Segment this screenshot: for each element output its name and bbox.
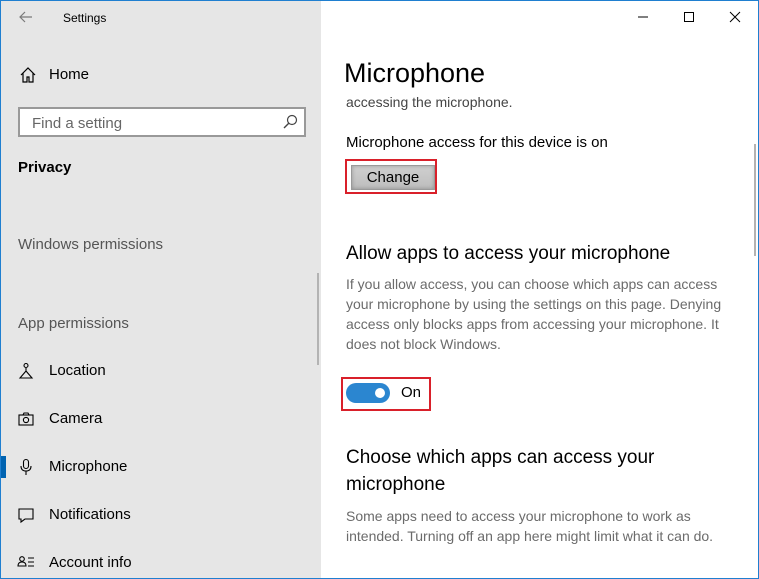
minimize-icon <box>638 16 648 18</box>
allow-apps-toggle[interactable] <box>346 383 390 403</box>
allow-apps-description: If you allow access, you can choose whic… <box>346 276 722 352</box>
location-icon <box>18 362 34 379</box>
toggle-state-label: On <box>401 384 422 401</box>
group-label-app-permissions: App permissions <box>18 315 129 332</box>
sidebar-item-label: Account info <box>49 554 132 571</box>
sidebar-item-account-info[interactable]: Account info <box>1 546 321 578</box>
group-label-windows-permissions: Windows permissions <box>18 236 164 253</box>
choose-apps-heading-line1: Choose which apps can access your <box>346 447 655 468</box>
maximize-icon <box>684 12 694 22</box>
content-scrollbar[interactable] <box>754 144 756 256</box>
minimize-button[interactable] <box>620 1 666 33</box>
camera-icon <box>18 412 34 426</box>
app-title: Settings <box>63 11 107 25</box>
main-content: Microphone accessing the microphone. Mic… <box>322 1 758 578</box>
microphone-icon <box>20 458 32 475</box>
maximize-button[interactable] <box>666 1 712 33</box>
search-input[interactable] <box>30 113 274 133</box>
sidebar-item-home-label: Home <box>49 66 90 83</box>
section-title-privacy: Privacy <box>18 159 72 176</box>
sidebar-item-label: Notifications <box>49 506 131 523</box>
back-button[interactable] <box>15 6 37 28</box>
sidebar-item-home[interactable]: Home <box>1 61 321 89</box>
search-icon[interactable] <box>282 114 298 130</box>
allow-apps-heading: Allow apps to access your microphone <box>346 243 671 264</box>
selection-indicator <box>1 456 6 478</box>
home-icon <box>20 67 36 83</box>
sidebar-item-notifications[interactable]: Notifications <box>1 498 321 532</box>
choose-apps-description: Some apps need to access your microphone… <box>346 508 714 544</box>
sidebar: Settings Home Privacy Windows permission… <box>1 1 321 578</box>
page-title: Microphone <box>344 58 486 88</box>
choose-apps-heading-line2: microphone <box>346 474 446 495</box>
toggle-knob <box>375 388 385 398</box>
change-button[interactable]: Change <box>351 165 435 190</box>
change-highlight-box: Change <box>345 159 437 194</box>
sidebar-item-location[interactable]: Location <box>1 354 321 388</box>
notifications-icon <box>18 508 34 524</box>
sidebar-item-label: Microphone <box>49 458 128 475</box>
toggle-highlight-box: On <box>341 377 431 411</box>
back-arrow-icon <box>19 11 32 23</box>
sidebar-item-label: Location <box>49 362 106 379</box>
sidebar-item-camera[interactable]: Camera <box>1 402 321 436</box>
search-box[interactable] <box>18 107 306 137</box>
settings-window: Settings Home Privacy Windows permission… <box>0 0 759 579</box>
close-icon <box>729 11 741 23</box>
sidebar-scrollbar[interactable] <box>317 273 319 365</box>
close-button[interactable] <box>712 1 758 33</box>
device-access-status: Microphone access for this device is on <box>346 134 608 151</box>
account-info-icon <box>17 556 34 567</box>
sidebar-item-label: Camera <box>49 410 103 427</box>
sidebar-item-microphone[interactable]: Microphone <box>1 450 321 484</box>
scrolled-partial-text: accessing the microphone. <box>346 94 513 110</box>
